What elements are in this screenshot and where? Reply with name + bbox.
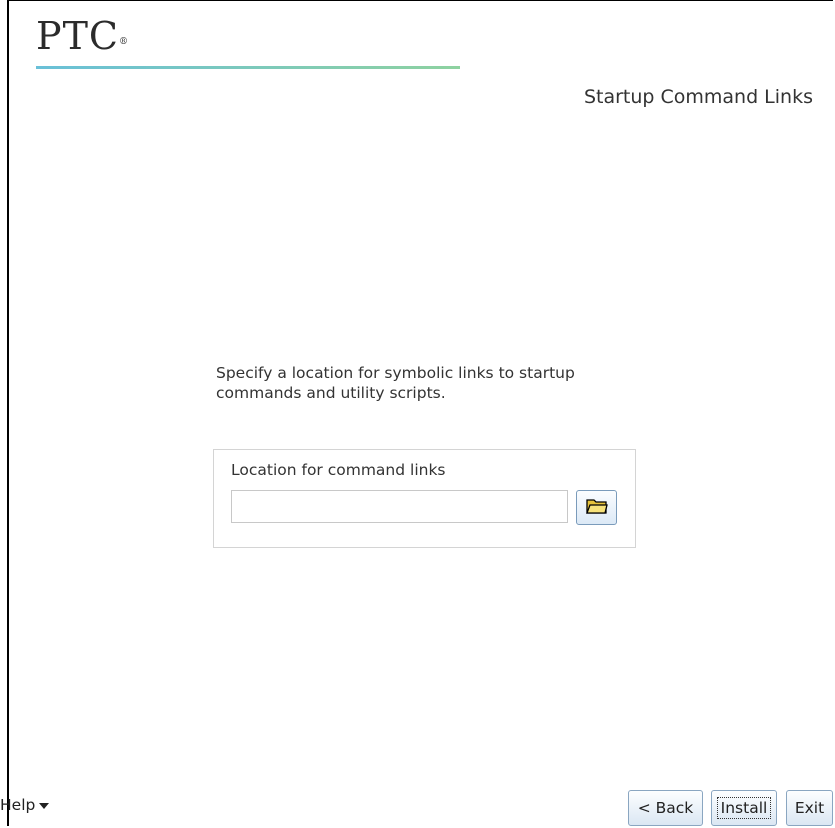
install-button[interactable]: Install	[711, 790, 777, 826]
logo-text: PTC	[36, 14, 119, 58]
location-label: Location for command links	[231, 461, 446, 479]
help-menu[interactable]: Help	[0, 796, 50, 814]
install-label: Install	[716, 797, 772, 819]
location-input[interactable]	[231, 490, 568, 523]
chevron-down-icon	[39, 803, 50, 809]
back-button[interactable]: < Back	[628, 790, 703, 826]
location-group: Location for command links	[213, 449, 636, 548]
help-label: Help	[0, 796, 36, 814]
ptc-logo: PTC®	[36, 14, 129, 58]
installer-window	[7, 0, 833, 826]
browse-button[interactable]	[576, 490, 617, 525]
header-divider	[36, 66, 460, 69]
folder-icon	[585, 497, 608, 519]
exit-button[interactable]: Exit	[786, 790, 833, 826]
instructions-text: Specify a location for symbolic links to…	[216, 364, 575, 402]
page-title: Startup Command Links	[583, 86, 813, 108]
registered-mark: ®	[119, 37, 129, 47]
